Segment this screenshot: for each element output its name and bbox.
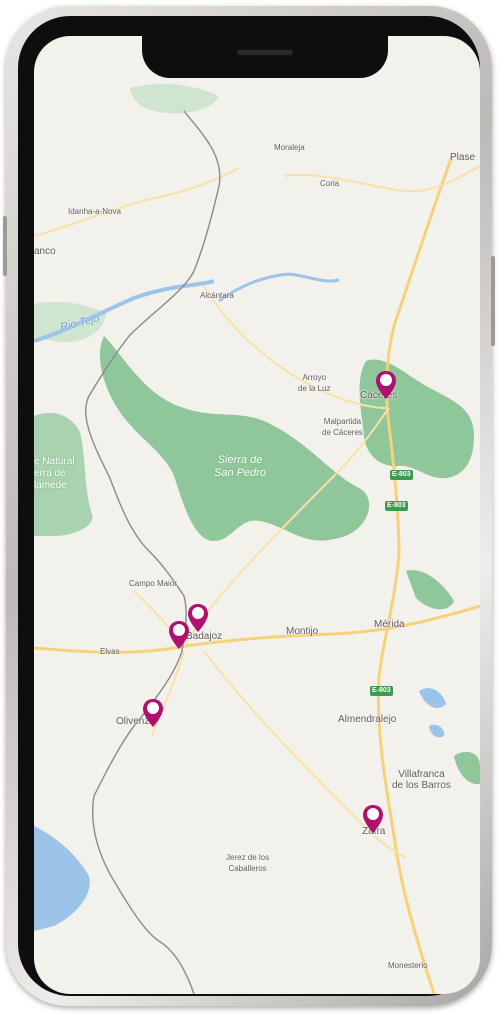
park-zafra-east [454,751,480,785]
map-pin-icon[interactable] [375,370,397,400]
place-label-monesterio: Monesterio [388,961,428,970]
place-label-moraleja: Moraleja [274,143,305,152]
map-pin-icon[interactable] [142,698,164,728]
place-label-malpartida: Malpartida de Cáceres [322,417,363,437]
highway-shield: E-803 [385,501,408,511]
park-label-serra-mamede: e Natural erra de lamede [34,456,75,491]
map-view[interactable]: Moraleja Coria Plase Idanha-a-Nova anco … [34,36,480,994]
map-pin-icon[interactable] [168,620,190,650]
country-border [85,110,221,994]
speaker-grille [237,50,293,55]
place-label-almendralejo: Almendralejo [338,714,397,725]
place-label-arroyo: Arroyo de la Luz [298,373,331,393]
place-label-elvas: Elvas [100,647,120,656]
park-southeast [406,570,454,610]
place-label-montijo: Montijo [286,626,319,637]
lake-east [419,688,446,708]
place-label-alcantara: Alcántara [200,291,234,300]
power-button [491,256,495,346]
road-alcantara [203,285,387,409]
place-label-idanha: Idanha-a-Nova [68,207,121,216]
highway-shield: E-803 [370,686,393,696]
place-label-merida: Mérida [374,619,405,630]
reservoir-alcantara [218,272,340,303]
park-north [130,83,219,114]
phone-frame: Moraleja Coria Plase Idanha-a-Nova anco … [3,6,495,1006]
park-sierra-san-pedro [99,336,370,541]
lake-east-2 [429,724,445,738]
reservoir-alqueva [34,826,90,931]
road-coria [283,165,480,193]
phone-notch [142,36,388,78]
highway-shield: E-803 [390,470,413,480]
map-pin-icon[interactable] [187,603,209,633]
place-label-plasencia: Plase [450,152,476,163]
volume-button [3,216,7,276]
map-canvas[interactable] [34,36,480,994]
place-label-jerez: Jerez de los Caballeros [226,853,270,873]
park-label-sierra-san-pedro: Sierra de San Pedro [214,454,266,479]
map-pin-icon[interactable] [362,804,384,834]
place-label-coria: Coria [320,179,340,188]
place-label-campo-maior: Campo Maior [129,579,178,588]
place-label-branco: anco [34,246,56,257]
place-label-villafranca: Villafranca de los Barros [392,769,451,791]
